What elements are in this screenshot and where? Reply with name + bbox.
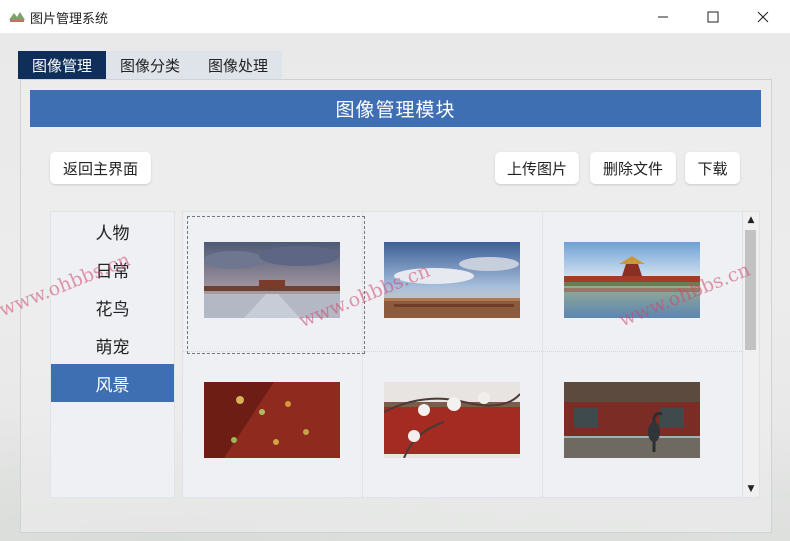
- title-bar: 图片管理系统: [0, 0, 790, 33]
- tab-image-classification[interactable]: 图像分类: [106, 51, 195, 79]
- gallery-item[interactable]: [547, 356, 725, 494]
- thumbnail-courtyard-crane: [564, 382, 700, 458]
- scroll-up-button[interactable]: ▲: [743, 212, 759, 228]
- gallery-item[interactable]: [187, 216, 365, 354]
- maximize-icon: [707, 11, 719, 22]
- image-gallery[interactable]: [182, 211, 743, 498]
- download-button[interactable]: 下载: [685, 152, 740, 184]
- gallery-item[interactable]: [367, 356, 545, 494]
- vertical-scrollbar[interactable]: ▲ ▼: [742, 211, 760, 498]
- category-item-people[interactable]: 人物: [51, 212, 174, 250]
- arrow-up-icon: ▲: [747, 215, 755, 225]
- tab-image-management[interactable]: 图像管理: [18, 51, 107, 79]
- client-area: 图像管理 图像分类 图像处理 图像管理模块 返回主界面 上传图片 删除文件 下载…: [0, 33, 790, 541]
- app-icon: [9, 12, 25, 22]
- minimize-button[interactable]: [640, 0, 686, 33]
- thumbnail-red-wall-autumn: [204, 382, 340, 458]
- back-to-main-button[interactable]: 返回主界面: [50, 152, 151, 184]
- gallery-item[interactable]: [187, 356, 365, 494]
- tab-bar: 图像管理 图像分类 图像处理: [18, 51, 283, 79]
- close-button[interactable]: [740, 0, 786, 33]
- category-item-scenery[interactable]: 风景: [51, 364, 174, 402]
- window-title: 图片管理系统: [30, 12, 109, 27]
- scrollbar-thumb[interactable]: [745, 230, 756, 350]
- arrow-down-icon: ▼: [747, 484, 755, 494]
- tab-image-processing[interactable]: 图像处理: [194, 51, 283, 79]
- delete-file-button[interactable]: 删除文件: [590, 152, 676, 184]
- category-item-pets[interactable]: 萌宠: [51, 326, 174, 364]
- upload-image-button[interactable]: 上传图片: [495, 152, 579, 184]
- minimize-icon: [658, 16, 668, 17]
- close-icon: [757, 11, 769, 22]
- thumbnail-snow-branches: [384, 382, 520, 458]
- scroll-down-button[interactable]: ▼: [743, 481, 759, 497]
- module-title: 图像管理模块: [30, 90, 761, 127]
- maximize-button[interactable]: [690, 0, 736, 33]
